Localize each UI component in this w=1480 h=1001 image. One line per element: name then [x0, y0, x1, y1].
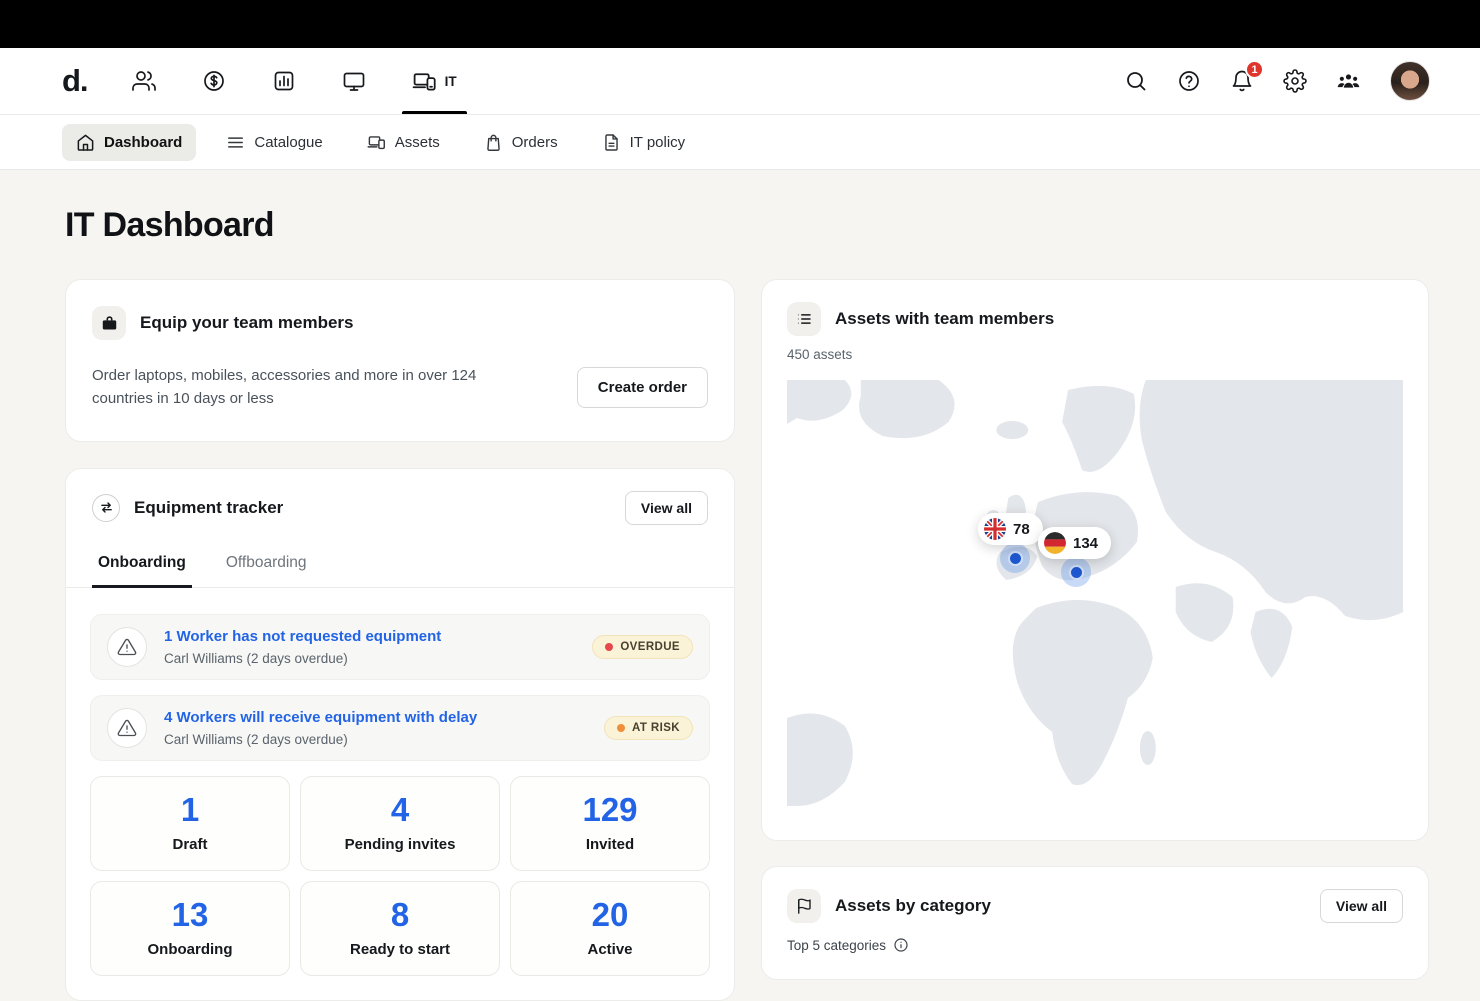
briefcase-icon: [92, 306, 126, 340]
list-icon: [787, 302, 821, 336]
create-order-button[interactable]: Create order: [577, 367, 708, 408]
notifications-button[interactable]: 1: [1230, 69, 1254, 93]
stat-invited[interactable]: 129 Invited: [510, 776, 710, 871]
bar-chart-icon: [272, 69, 296, 93]
equipment-tracker-card: Equipment tracker View all Onboarding Of…: [65, 468, 735, 1001]
stat-ready-to-start[interactable]: 8 Ready to start: [300, 881, 500, 976]
uk-flag-icon: [984, 518, 1006, 540]
assets-map-card: Assets with team members 450 assets: [761, 279, 1429, 841]
alert-link[interactable]: 4 Workers will receive equipment with de…: [164, 709, 477, 726]
tracker-card-title: Equipment tracker: [134, 498, 283, 518]
status-badge-overdue: OVERDUE: [592, 635, 693, 659]
app-header: d.: [0, 48, 1480, 115]
germany-asset-marker[interactable]: 134: [1038, 527, 1111, 559]
warning-triangle-icon: [107, 708, 147, 748]
stat-pending-invites[interactable]: 4 Pending invites: [300, 776, 500, 871]
top-categories-label: Top 5 categories: [787, 938, 886, 953]
uk-asset-count: 78: [1013, 521, 1030, 538]
nav-people[interactable]: [130, 48, 158, 114]
nav-payroll[interactable]: [200, 48, 228, 114]
stat-active[interactable]: 20 Active: [510, 881, 710, 976]
subnav-label: Catalogue: [254, 134, 322, 151]
nav-analytics[interactable]: [270, 48, 298, 114]
world-map-svg: [787, 380, 1403, 815]
monitor-icon: [342, 69, 366, 93]
tracker-view-all-button[interactable]: View all: [625, 491, 708, 525]
system-bar: [0, 0, 1480, 48]
team-switcher-button[interactable]: [1336, 69, 1361, 94]
search-icon: [1124, 69, 1148, 93]
assets-map-title: Assets with team members: [835, 309, 1054, 329]
it-policy-doc-icon: [602, 133, 621, 152]
equip-card-description: Order laptops, mobiles, accessories and …: [92, 364, 532, 411]
equip-team-card: Equip your team members Order laptops, m…: [65, 279, 735, 442]
nav-it-label: IT: [445, 74, 457, 89]
tracker-tabs: Onboarding Offboarding: [66, 541, 734, 588]
tab-offboarding[interactable]: Offboarding: [224, 541, 309, 587]
user-avatar[interactable]: [1390, 61, 1430, 101]
germany-flag-icon: [1044, 532, 1066, 554]
stat-onboarding[interactable]: 13 Onboarding: [90, 881, 290, 976]
stat-draft[interactable]: 1 Draft: [90, 776, 290, 871]
subnav-item-it-policy[interactable]: IT policy: [588, 124, 700, 161]
nav-apps[interactable]: [340, 48, 368, 114]
people-icon: [132, 69, 156, 93]
subnav-label: IT policy: [630, 134, 686, 151]
page-title: IT Dashboard: [65, 206, 1480, 245]
catalogue-menu-icon: [226, 133, 245, 152]
world-map: 78: [787, 380, 1403, 815]
germany-asset-count: 134: [1073, 535, 1098, 552]
assets-category-title: Assets by category: [835, 896, 991, 916]
uk-location-dot[interactable]: [1000, 543, 1030, 573]
laptop-phone-icon: [412, 69, 437, 94]
alert-subtitle: Carl Williams (2 days overdue): [164, 732, 477, 747]
settings-button[interactable]: [1283, 69, 1307, 93]
orders-bag-icon: [484, 133, 503, 152]
alert-row[interactable]: 4 Workers will receive equipment with de…: [90, 695, 710, 761]
flag-icon: [787, 889, 821, 923]
subnav-item-catalogue[interactable]: Catalogue: [212, 124, 336, 161]
help-button[interactable]: [1177, 69, 1201, 93]
header-nav: d.: [62, 48, 459, 114]
nav-it[interactable]: IT: [410, 48, 459, 114]
germany-location-dot[interactable]: [1061, 557, 1091, 587]
subnav-label: Assets: [395, 134, 440, 151]
transfer-arrows-icon: [92, 494, 120, 522]
assets-category-card: Assets by category View all Top 5 catego…: [761, 866, 1429, 980]
tab-onboarding[interactable]: Onboarding: [96, 541, 188, 587]
it-subnav: Dashboard Catalogue Assets Orders: [0, 115, 1480, 170]
alert-row[interactable]: 1 Worker has not requested equipment Car…: [90, 614, 710, 680]
header-actions: 1: [1124, 48, 1430, 114]
category-view-all-button[interactable]: View all: [1320, 889, 1403, 923]
overdue-dot: [605, 643, 613, 651]
assets-count: 450 assets: [787, 347, 1403, 362]
subnav-label: Orders: [512, 134, 558, 151]
warning-triangle-icon: [107, 627, 147, 667]
company-logo[interactable]: d.: [62, 48, 88, 114]
equip-card-title: Equip your team members: [140, 313, 354, 333]
subnav-item-dashboard[interactable]: Dashboard: [62, 124, 196, 161]
main-content: IT Dashboard Equip your team members Ord…: [0, 170, 1480, 1001]
help-icon: [1177, 69, 1201, 93]
tracker-alerts: 1 Worker has not requested equipment Car…: [66, 588, 734, 761]
alert-link[interactable]: 1 Worker has not requested equipment: [164, 628, 441, 645]
notification-count-badge: 1: [1245, 60, 1264, 79]
subnav-label: Dashboard: [104, 134, 182, 151]
dollar-circle-icon: [202, 69, 226, 93]
subnav-item-orders[interactable]: Orders: [470, 124, 572, 161]
tracker-stats-grid: 1 Draft 4 Pending invites 129 Invited 13…: [66, 761, 734, 977]
subnav-item-assets[interactable]: Assets: [353, 124, 454, 161]
uk-asset-marker[interactable]: 78: [978, 513, 1043, 545]
info-icon[interactable]: [893, 937, 909, 953]
search-button[interactable]: [1124, 69, 1148, 93]
home-icon: [76, 133, 95, 152]
at-risk-dot: [617, 724, 625, 732]
status-badge-at-risk: AT RISK: [604, 716, 693, 740]
team-icon: [1336, 69, 1361, 94]
assets-laptop-icon: [367, 133, 386, 152]
alert-subtitle: Carl Williams (2 days overdue): [164, 651, 441, 666]
gear-icon: [1283, 69, 1307, 93]
